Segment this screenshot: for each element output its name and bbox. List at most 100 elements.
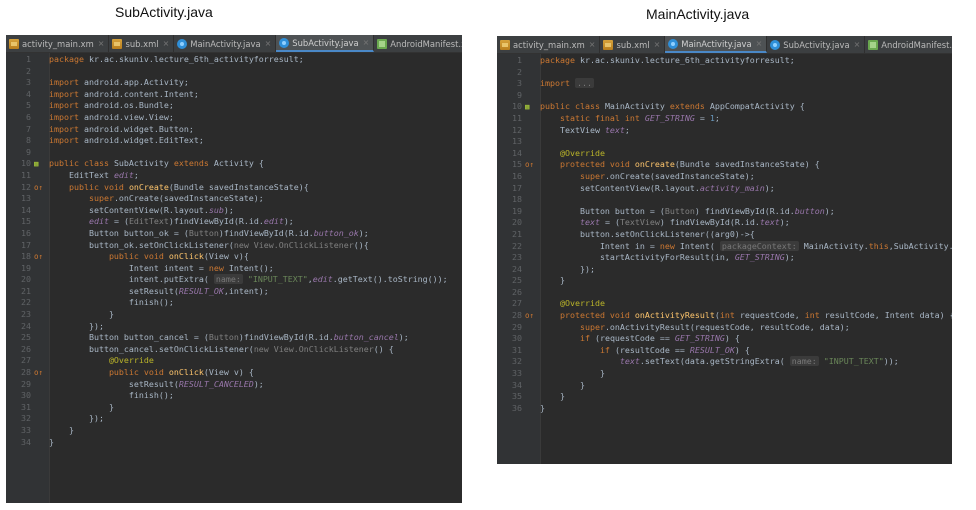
code-token: edit bbox=[113, 169, 134, 180]
code-text: public void onClick(View v){ bbox=[49, 251, 462, 263]
code-token: onActivityResult bbox=[634, 310, 715, 321]
java-class-icon bbox=[177, 38, 188, 49]
tab-sub-xml[interactable]: sub.xml × bbox=[109, 35, 175, 52]
code-text: public class MainActivity extends AppCom… bbox=[540, 101, 952, 113]
code-text: if (resultCode == RESULT_OK) { bbox=[540, 345, 952, 357]
code-line: 34} bbox=[6, 437, 462, 449]
code-token: setContentView(R.layout. bbox=[540, 182, 700, 193]
code-line: 33 } bbox=[6, 425, 462, 437]
line-number: 26 bbox=[512, 286, 522, 297]
code-token: ,intent); bbox=[223, 285, 269, 296]
close-tab-icon[interactable]: × bbox=[363, 38, 370, 47]
override-marker-icon[interactable]: o↑ bbox=[31, 252, 43, 261]
override-marker-icon[interactable]: o↑ bbox=[31, 368, 43, 377]
close-tab-icon[interactable]: × bbox=[98, 39, 105, 48]
line-number: 22 bbox=[512, 240, 522, 251]
code-token: onClick bbox=[168, 367, 204, 378]
close-tab-icon[interactable]: × bbox=[163, 39, 170, 48]
code-line: 34 } bbox=[497, 380, 952, 392]
gutter-marker bbox=[522, 229, 540, 241]
code-token: ; bbox=[714, 112, 720, 123]
tab-activity-main-xm[interactable]: activity_main.xm × bbox=[6, 35, 110, 52]
code-line: 36} bbox=[497, 403, 952, 415]
tab-subactivity-java[interactable]: SubActivity.java × bbox=[276, 35, 375, 52]
code-text: } bbox=[49, 425, 462, 437]
code-text: } bbox=[540, 391, 952, 403]
code-token: EditText bbox=[49, 169, 114, 180]
left-code-area[interactable]: 1 package kr.ac.skuniv.lecture_6th_activi… bbox=[6, 53, 462, 503]
code-token: "INPUT_TEXT" bbox=[247, 274, 308, 285]
code-token: GET_STRING bbox=[674, 333, 725, 344]
left-editor-pane: activity_main.xm × sub.xml × MainActivity.ja… bbox=[6, 35, 462, 503]
code-line: 32 }); bbox=[6, 413, 462, 425]
code-line: 29 setResult(RESULT_CANCELED); bbox=[6, 379, 462, 391]
right-code-area[interactable]: 1 package kr.ac.skuniv.lecture_6th_activi… bbox=[497, 54, 952, 464]
line-number: 33 bbox=[21, 425, 31, 435]
code-token: EditText bbox=[128, 216, 169, 227]
code-token: import bbox=[49, 88, 84, 99]
code-token: RESULT_CANCELED bbox=[178, 378, 254, 389]
code-text: startActivityForResult(in, GET_STRING); bbox=[540, 252, 952, 264]
code-line: 4 import android.content.Intent; bbox=[6, 89, 462, 101]
code-token: android.widget.EditText; bbox=[83, 135, 204, 146]
gutter-marker bbox=[522, 183, 540, 195]
tab-sub-xml[interactable]: sub.xml × bbox=[600, 36, 666, 53]
code-token: extends bbox=[173, 158, 214, 169]
android-class-icon[interactable]: ▩ bbox=[522, 102, 530, 111]
code-token: button_ok bbox=[313, 227, 359, 238]
code-token: TextView bbox=[619, 217, 660, 228]
code-token: android.content.Intent; bbox=[83, 88, 199, 99]
code-line: 17 button_ok.setOnClickListener(new View… bbox=[6, 240, 462, 252]
code-token: @Override bbox=[540, 147, 605, 158]
line-number: 32 bbox=[512, 356, 522, 367]
tab-subactivity-java[interactable]: SubActivity.java × bbox=[767, 36, 866, 53]
close-tab-icon[interactable]: × bbox=[854, 40, 861, 49]
code-token: Button button = ( bbox=[540, 205, 665, 216]
gutter-marker bbox=[522, 55, 540, 67]
override-marker-icon[interactable]: o↑ bbox=[522, 160, 534, 169]
code-token: )findViewById(R.id. bbox=[168, 216, 264, 227]
close-tab-icon[interactable]: × bbox=[589, 40, 596, 49]
gutter-marker: o↑ bbox=[522, 159, 540, 171]
line-number: 23 bbox=[512, 252, 522, 263]
gutter-marker bbox=[31, 100, 49, 112]
tab-activity-main-xm[interactable]: activity_main.xm × bbox=[497, 36, 601, 53]
code-token: (Bundle savedInstanceState){ bbox=[168, 181, 309, 192]
code-token: resultCode, Intent data) { bbox=[824, 310, 952, 321]
code-text: import android.widget.Button; bbox=[49, 124, 462, 136]
code-token: button_cancel.setOnClickListener( bbox=[49, 343, 254, 354]
code-token: ); bbox=[398, 332, 409, 343]
gutter-marker bbox=[522, 264, 540, 276]
code-line: 27 @Override bbox=[497, 298, 952, 310]
code-line: 20 intent.putExtra( name: "INPUT_TEXT",e… bbox=[6, 274, 462, 286]
close-tab-icon[interactable]: × bbox=[654, 40, 661, 49]
tab-mainactivity-java[interactable]: MainActivity.java × bbox=[174, 35, 277, 52]
code-token: } bbox=[540, 368, 605, 379]
code-token: Button bbox=[208, 332, 239, 343]
tab-label: AndroidManifest.xml bbox=[390, 38, 462, 49]
close-tab-icon[interactable]: × bbox=[265, 39, 272, 48]
tab-androidmanifest-xml[interactable]: AndroidManifest.xml× bbox=[865, 36, 952, 53]
close-tab-icon[interactable]: × bbox=[756, 39, 763, 48]
tab-label: SubActivity.java bbox=[292, 37, 359, 48]
tab-mainactivity-java[interactable]: MainActivity.java × bbox=[665, 36, 768, 53]
tab-androidmanifest-xml[interactable]: AndroidManifest.xml× bbox=[374, 35, 462, 52]
line-number: 35 bbox=[512, 391, 522, 402]
gutter-marker bbox=[522, 136, 540, 148]
java-class-icon bbox=[279, 37, 290, 48]
line-number: 33 bbox=[512, 368, 522, 379]
code-line: 13 super.onCreate(savedInstanceState); bbox=[6, 193, 462, 205]
code-token: } bbox=[540, 402, 545, 413]
code-token: Activity { bbox=[213, 158, 264, 169]
override-marker-icon[interactable]: o↑ bbox=[522, 311, 534, 320]
line-number: 31 bbox=[21, 401, 31, 412]
gutter-marker bbox=[31, 77, 49, 89]
gutter-marker bbox=[522, 368, 540, 380]
android-class-icon[interactable]: ▩ bbox=[31, 159, 39, 168]
gutter-marker bbox=[522, 322, 540, 334]
code-token: import bbox=[49, 100, 84, 111]
gutter-marker bbox=[522, 356, 540, 368]
override-marker-icon[interactable]: o↑ bbox=[31, 183, 43, 192]
